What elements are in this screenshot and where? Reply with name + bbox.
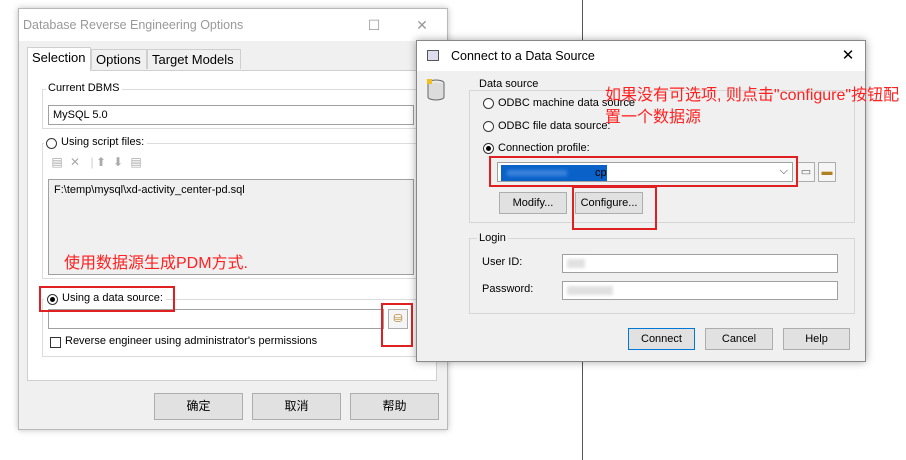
odbc-file-label: ODBC file data source: [498, 120, 611, 132]
connection-profile-label: Connection profile: [498, 142, 590, 154]
script-file-item[interactable]: F:\temp\mysql\xd-activity_center-pd.sql [54, 184, 408, 196]
tab-options[interactable]: Options [91, 49, 147, 69]
move-bottom-icon[interactable]: ▤ [129, 155, 143, 169]
add-script-icon[interactable]: ▤ [50, 155, 64, 169]
move-up-icon[interactable]: ⬆ [94, 155, 108, 169]
ok-button[interactable]: 确定 [154, 393, 243, 420]
reverse-engineering-options-dialog: Database Reverse Engineering Options ☐ ✕… [18, 8, 448, 430]
script-files-option: Using script files: [44, 136, 147, 150]
profile-browse-button[interactable]: ▬ [818, 162, 836, 182]
password-label: Password: [482, 283, 534, 295]
redacted-text [567, 286, 613, 295]
current-dbms-label: Current DBMS [46, 82, 122, 94]
tab-target-models[interactable]: Target Models [147, 49, 241, 69]
dialog-title: Database Reverse Engineering Options [23, 18, 244, 32]
move-down-icon[interactable]: ⬇ [111, 155, 125, 169]
close-icon[interactable]: ✕ [831, 44, 865, 68]
odbc-file-radio[interactable] [483, 121, 494, 132]
password-field[interactable] [562, 281, 838, 300]
dialog-title: Connect to a Data Source [451, 49, 595, 63]
login-group-label: Login [477, 232, 508, 244]
profile-properties-button[interactable]: ▭ [797, 162, 815, 182]
current-dbms-field: MySQL 5.0 [48, 105, 414, 125]
cancel-button[interactable]: 取消 [252, 393, 341, 420]
tab-selection[interactable]: Selection [27, 47, 91, 71]
connect-data-source-dialog: Connect to a Data Source ✕ Data source O… [416, 40, 899, 362]
app-icon [427, 50, 439, 61]
help-button[interactable]: 帮助 [350, 393, 439, 420]
odbc-machine-radio[interactable] [483, 98, 494, 109]
admin-permissions-label: Reverse engineer using administrator's p… [65, 335, 318, 347]
highlight-data-source-button [381, 303, 413, 347]
highlight-configure-button [572, 186, 657, 230]
document-icon: ▭ [800, 166, 812, 178]
delete-script-icon[interactable]: ✕ [68, 155, 82, 169]
modify-button[interactable]: Modify... [499, 192, 567, 214]
selection-panel: Current DBMS MySQL 5.0 Using script file… [27, 70, 437, 381]
using-script-files-label: Using script files: [61, 136, 145, 148]
cancel-button[interactable]: Cancel [705, 328, 773, 350]
highlight-connection-profile [489, 156, 798, 187]
data-source-group-label: Data source [477, 78, 541, 90]
login-group [469, 238, 855, 314]
highlight-using-data-source [39, 286, 175, 312]
database-icon [427, 79, 445, 101]
annotation-use-data-source: 使用数据源生成PDM方式. [64, 255, 249, 272]
data-source-field[interactable] [48, 309, 384, 329]
close-icon[interactable]: ✕ [405, 13, 439, 37]
connect-button[interactable]: Connect [628, 328, 695, 350]
title-bar: Database Reverse Engineering Options ☐ ✕ [19, 9, 447, 41]
user-id-label: User ID: [482, 256, 523, 268]
title-bar: Connect to a Data Source ✕ [417, 41, 865, 71]
maximize-icon[interactable]: ☐ [357, 13, 391, 37]
connection-profile-radio[interactable] [483, 143, 494, 154]
user-id-field[interactable] [562, 254, 838, 273]
redacted-text [567, 259, 585, 268]
folder-icon: ▬ [821, 166, 833, 178]
annotation-configure-hint: 如果没有可选项, 则点击"configure"按钮配置一个数据源 [605, 87, 900, 126]
admin-permissions-checkbox[interactable] [50, 337, 61, 348]
help-button[interactable]: Help [783, 328, 850, 350]
using-script-files-radio[interactable] [46, 138, 57, 149]
